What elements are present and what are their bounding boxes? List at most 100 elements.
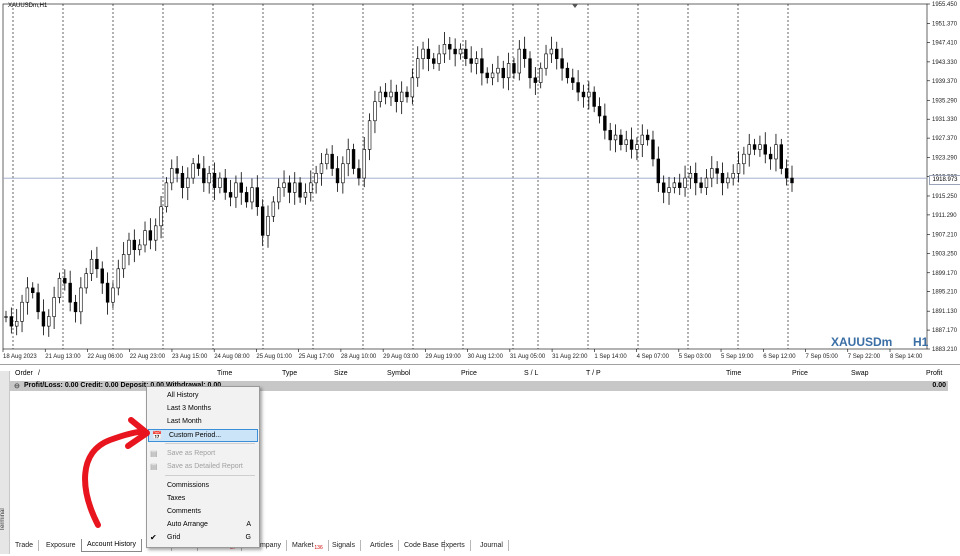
candle <box>148 218 153 250</box>
price-axis-label: 1951.370 <box>932 21 958 27</box>
column-header[interactable]: Time <box>217 370 232 377</box>
menu-item-save-as-report[interactable]: ▤ Save as Report <box>147 448 259 460</box>
candle <box>469 46 473 73</box>
menu-item-taxes[interactable]: Taxes <box>147 493 259 505</box>
column-header[interactable]: Profit <box>926 370 942 377</box>
menu-item-all-history[interactable]: All History <box>147 390 259 402</box>
menu-item-grid[interactable]: ✔ Grid G <box>147 532 259 544</box>
candle <box>180 165 185 199</box>
menu-item-custom-period[interactable]: 📅 Custom Period... <box>148 429 258 442</box>
tab-label: Experts <box>441 542 465 549</box>
candle <box>485 67 489 84</box>
time-axis-label: 7 Sep 05:00 <box>806 354 839 360</box>
candle <box>341 156 345 194</box>
candle <box>619 129 623 151</box>
candle <box>36 283 40 320</box>
tab-experts[interactable]: Experts <box>436 540 471 551</box>
menu-item-shortcut: A <box>246 521 251 528</box>
candle <box>496 55 500 83</box>
candle <box>624 130 628 153</box>
time-axis-label: 18 Aug 2023 <box>3 354 37 360</box>
menu-item-label: Last Month <box>167 418 202 425</box>
tab-label: Articles <box>370 542 393 549</box>
menu-item-auto-arrange[interactable]: Auto Arrange A <box>147 519 259 531</box>
column-header[interactable]: / <box>38 370 40 377</box>
menu-item-save-as-detailed-report[interactable]: ▤ Save as Detailed Report <box>147 461 259 473</box>
candle <box>234 175 238 208</box>
candle <box>405 86 409 103</box>
column-header[interactable]: Type <box>282 370 297 377</box>
time-axis-label: 8 Sep 14:00 <box>890 354 923 360</box>
candle <box>731 164 735 186</box>
menu-item-last-month[interactable]: Last Month <box>147 416 259 428</box>
column-header[interactable]: Time <box>726 370 741 377</box>
candle <box>763 132 767 164</box>
time-axis-label: 25 Aug 17:00 <box>299 354 335 360</box>
tab-trade[interactable]: Trade <box>10 540 40 551</box>
candle <box>432 52 436 70</box>
candle <box>383 83 388 105</box>
candle <box>629 127 634 159</box>
price-axis-label: 1935.290 <box>932 98 958 104</box>
candle <box>560 47 564 81</box>
tab-journal[interactable]: Journal <box>475 540 509 551</box>
column-header[interactable]: S / L <box>524 370 538 377</box>
candle <box>137 239 142 256</box>
price-axis-label: 1883.210 <box>932 347 958 353</box>
tab-exposure[interactable]: Exposure <box>41 540 82 551</box>
column-header[interactable]: Order <box>15 370 33 377</box>
menu-item-label: Last 3 Months <box>167 405 211 412</box>
candle <box>501 60 505 89</box>
time-axis-label: 29 Aug 19:00 <box>425 354 461 360</box>
column-header[interactable]: Price <box>461 370 477 377</box>
tab-signals[interactable]: Signals <box>327 540 361 551</box>
candle <box>645 129 650 146</box>
price-axis-label: 1891.130 <box>932 309 958 315</box>
column-header[interactable]: T / P <box>586 370 601 377</box>
candle <box>309 170 313 202</box>
price-chart[interactable]: 1955.450 1951.370 1947.410 1943.330 1939.370… <box>0 0 960 364</box>
column-header[interactable]: Size <box>334 370 348 377</box>
candle <box>458 43 463 60</box>
menu-item-comments[interactable]: Comments <box>147 506 259 518</box>
price-axis-label: 1907.210 <box>932 232 958 238</box>
collapse-icon[interactable]: ⊖ <box>14 382 20 390</box>
chart-canvas[interactable]: 1955.450 1951.370 1947.410 1943.330 1939.370… <box>0 0 960 364</box>
candle <box>378 86 382 108</box>
candle <box>207 165 211 194</box>
price-axis-label: 1915.250 <box>932 194 958 200</box>
candle <box>100 261 104 294</box>
price-axis-label: 1911.290 <box>932 213 957 219</box>
candle <box>389 79 393 106</box>
candle <box>453 38 457 67</box>
menu-item-last-3-months[interactable]: Last 3 Months <box>147 403 259 415</box>
candle <box>592 86 596 113</box>
menu-item-label: Taxes <box>167 495 186 502</box>
column-header[interactable]: Symbol <box>387 370 410 377</box>
column-header[interactable]: Price <box>792 370 808 377</box>
candle <box>196 154 201 176</box>
candle <box>52 286 56 329</box>
time-axis-label: 22 Aug 23:00 <box>130 354 166 360</box>
time-axis-label: 1 Sep 14:00 <box>594 354 627 360</box>
candle <box>73 294 78 323</box>
menu-item-label: Comments <box>167 508 201 515</box>
chart-shift-marker[interactable] <box>572 4 578 8</box>
menu-item-commissions[interactable]: Commissions <box>147 480 259 492</box>
time-axis-label: 5 Sep 03:00 <box>679 354 712 360</box>
tab-market[interactable]: Market136 <box>287 540 329 551</box>
candle <box>517 40 522 81</box>
candle <box>442 31 447 63</box>
price-axis-label: 1927.370 <box>932 136 958 142</box>
candle <box>571 68 575 90</box>
tab-account-history[interactable]: Account History <box>81 539 143 552</box>
candle <box>20 294 24 333</box>
candle <box>218 172 222 194</box>
column-header[interactable]: Swap <box>851 370 869 377</box>
tab-badge: 136 <box>314 545 323 552</box>
candle <box>426 38 431 72</box>
tab-articles[interactable]: Articles <box>365 540 399 551</box>
terminal-side-strip: Terminal <box>0 371 10 554</box>
tab-label: Code Base <box>404 542 439 549</box>
candle <box>202 156 206 192</box>
